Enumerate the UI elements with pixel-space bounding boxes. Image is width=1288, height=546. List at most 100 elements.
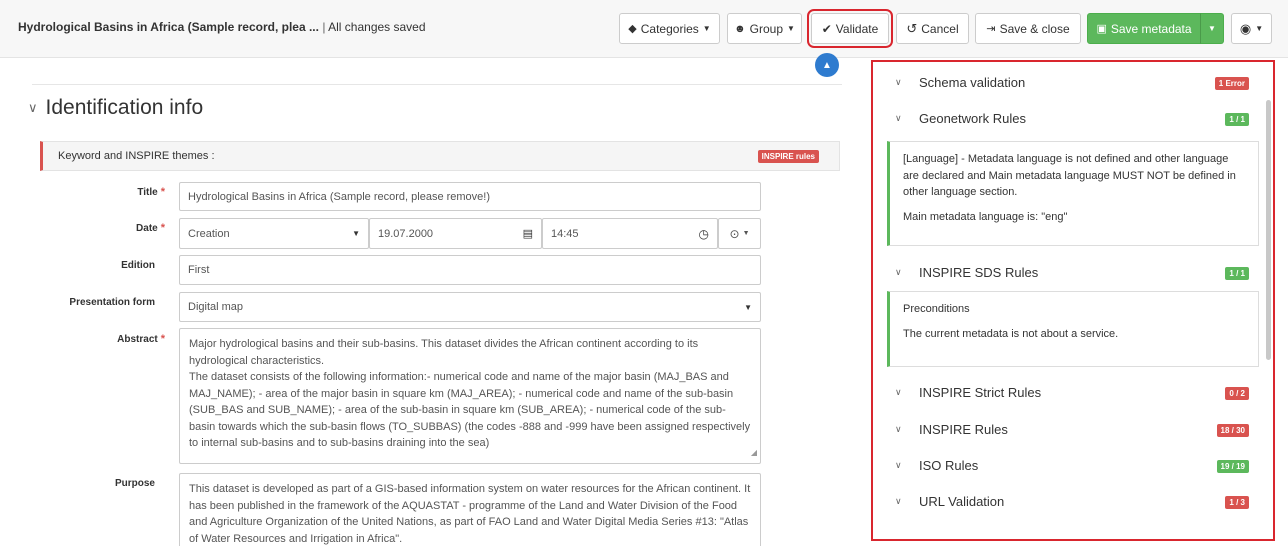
edition-label: Edition xyxy=(121,260,155,271)
rule-schema-validation[interactable]: ∨ Schema validation 1 Error xyxy=(873,72,1263,96)
chevron-down-icon: ∨ xyxy=(895,77,902,87)
required-marker: * xyxy=(160,186,165,198)
rule-message: Preconditions xyxy=(903,303,970,315)
rule-inspire-sds[interactable]: ∨ INSPIRE SDS Rules 1 / 1 xyxy=(873,262,1263,286)
title-label: Title * xyxy=(60,186,165,198)
keyword-themes-label: Keyword and INSPIRE themes : xyxy=(58,150,215,162)
section-title: Identification info xyxy=(45,96,204,119)
title-label-text: Title xyxy=(137,187,158,198)
date-type-value: Creation xyxy=(188,227,230,240)
rule-name: Schema validation xyxy=(919,75,1026,90)
chevron-down-icon: ∨ xyxy=(895,424,902,434)
validate-label: Validate xyxy=(835,21,879,36)
rule-name: INSPIRE Strict Rules xyxy=(919,385,1042,400)
purpose-label: Purpose xyxy=(114,478,155,489)
divider xyxy=(32,84,842,85)
chevron-down-icon: ∨ xyxy=(28,100,38,116)
time-input[interactable]: 14:45 ◷ xyxy=(542,218,718,249)
title-input[interactable]: Hydrological Basins in Africa (Sample re… xyxy=(179,182,761,211)
date-value: 19.07.2000 xyxy=(378,227,434,240)
rule-status-badge: 1 / 3 xyxy=(1225,496,1249,509)
save-close-button[interactable]: ⇥ Save & close xyxy=(975,13,1081,44)
tag-icon: ◆ xyxy=(628,23,637,35)
presentation-form-value: Digital map xyxy=(188,301,244,313)
save-status: All changes saved xyxy=(328,20,426,34)
rule-message: Main metadata language is: "eng" xyxy=(903,210,1068,223)
record-title-bar: Hydrological Basins in Africa (Sample re… xyxy=(18,20,426,34)
inspire-rules-badge: INSPIRE rules xyxy=(757,150,819,163)
rule-status-badge: 19 / 19 xyxy=(1216,460,1249,473)
categories-button[interactable]: ◆ Categories ▼ xyxy=(619,13,720,44)
validate-button[interactable]: ✔ Validate xyxy=(807,9,893,48)
settings-icon: ⊙ xyxy=(729,226,740,241)
chevron-down-icon: ∨ xyxy=(895,460,902,470)
view-mode-button[interactable]: ◉ ▼ xyxy=(1231,13,1272,44)
rule-url-validation[interactable]: ∨ URL Validation 1 / 3 xyxy=(873,491,1263,515)
abstract-label-text: Abstract xyxy=(117,334,158,345)
abstract-label: Abstract * xyxy=(60,333,165,345)
caret-down-icon: ▼ xyxy=(742,230,750,237)
save-close-label: Save & close xyxy=(999,21,1070,36)
chevron-up-icon: ▲ xyxy=(822,59,832,71)
section-header-identification[interactable]: ∨ Identification info xyxy=(28,96,203,120)
rule-status-badge: 18 / 30 xyxy=(1216,424,1249,437)
save-metadata-label: Save metadata xyxy=(1110,21,1192,36)
chevron-down-icon: ∨ xyxy=(895,496,902,506)
date-label: Date * xyxy=(60,222,165,234)
edition-input[interactable]: First xyxy=(179,255,761,285)
undo-icon: ↺ xyxy=(906,20,918,36)
check-icon: ✔ xyxy=(821,21,832,36)
scrollbar[interactable] xyxy=(1266,100,1271,360)
inspire-sds-rule-details: Preconditions The current metadata is no… xyxy=(887,291,1259,367)
group-button[interactable]: ☻ Group ▼ xyxy=(727,13,802,44)
collapse-button[interactable]: ▲ xyxy=(815,53,839,77)
rule-inspire[interactable]: ∨ INSPIRE Rules 18 / 30 xyxy=(873,419,1263,443)
rule-status-badge: 1 / 1 xyxy=(1225,267,1249,280)
presentation-form-label: Presentation form xyxy=(69,297,155,308)
rule-iso[interactable]: ∨ ISO Rules 19 / 19 xyxy=(873,455,1263,479)
record-title: Hydrological Basins in Africa (Sample re… xyxy=(18,20,319,34)
group-label: Group xyxy=(749,21,783,36)
users-icon: ☻ xyxy=(734,22,746,35)
calendar-icon[interactable]: ▤ xyxy=(523,227,533,240)
rule-name: INSPIRE Rules xyxy=(919,422,1008,437)
presentation-form-select[interactable]: Digital map ▼ xyxy=(179,292,761,322)
purpose-textarea[interactable]: This dataset is developed as part of a G… xyxy=(179,473,761,546)
title-separator: | xyxy=(322,20,326,34)
save-metadata-button[interactable]: ▣ Save metadata xyxy=(1087,13,1201,44)
date-input[interactable]: 19.07.2000 ▤ xyxy=(369,218,542,249)
rule-status-badge: 1 / 1 xyxy=(1225,113,1249,126)
date-options-button[interactable]: ⊙ ▼ xyxy=(718,218,761,249)
clock-icon[interactable]: ◷ xyxy=(699,227,709,241)
cancel-button[interactable]: ↺ Cancel xyxy=(896,13,969,44)
abstract-textarea[interactable]: Major hydrological basins and their sub-… xyxy=(179,328,761,464)
rule-geonetwork[interactable]: ∨ Geonetwork Rules 1 / 1 xyxy=(873,108,1263,132)
resize-handle-icon[interactable]: ◢ xyxy=(751,445,757,462)
save-metadata-dropdown[interactable]: ▼ xyxy=(1200,13,1224,44)
required-marker: * xyxy=(160,333,165,345)
sign-out-icon: ⇥ xyxy=(986,23,996,35)
categories-label: Categories xyxy=(640,21,699,36)
rule-name: INSPIRE SDS Rules xyxy=(919,265,1039,280)
rule-status-badge: 0 / 2 xyxy=(1225,387,1249,400)
caret-down-icon: ▼ xyxy=(702,24,711,33)
keyword-themes-row[interactable]: Keyword and INSPIRE themes : INSPIRE rul… xyxy=(40,141,840,171)
rule-message: [Language] - Metadata language is not de… xyxy=(903,153,1236,198)
caret-down-icon: ▼ xyxy=(1208,24,1216,33)
abstract-paragraph: The dataset consists of the following in… xyxy=(189,371,751,449)
geonetwork-rule-details: [Language] - Metadata language is not de… xyxy=(887,141,1259,246)
cancel-label: Cancel xyxy=(921,21,959,36)
eye-icon: ◉ xyxy=(1239,20,1252,36)
chevron-down-icon: ∨ xyxy=(895,267,902,277)
rule-inspire-strict[interactable]: ∨ INSPIRE Strict Rules 0 / 2 xyxy=(873,382,1263,406)
rule-name: ISO Rules xyxy=(919,458,979,473)
caret-down-icon: ▼ xyxy=(787,24,795,33)
editor-toolbar: Hydrological Basins in Africa (Sample re… xyxy=(0,0,1288,58)
chevron-down-icon: ∨ xyxy=(895,387,902,397)
date-label-text: Date xyxy=(136,223,158,234)
rule-name: Geonetwork Rules xyxy=(919,111,1026,126)
caret-down-icon: ▼ xyxy=(1255,24,1264,33)
date-type-select[interactable]: Creation ▼ xyxy=(179,218,369,249)
floppy-icon: ▣ xyxy=(1096,23,1107,35)
abstract-paragraph: Major hydrological basins and their sub-… xyxy=(189,338,699,367)
